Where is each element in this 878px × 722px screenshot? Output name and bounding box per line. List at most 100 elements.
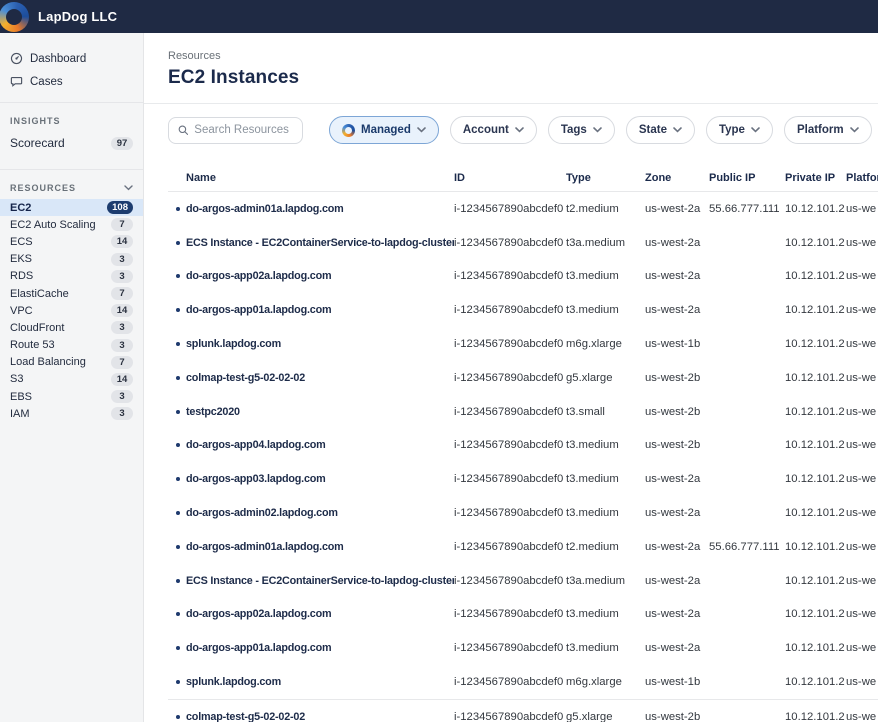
instance-private-ip-cell: 10.12.101.2 bbox=[785, 270, 846, 282]
sidebar-resource-item[interactable]: IAM 3 bbox=[0, 405, 143, 422]
sidebar-item-label: Dashboard bbox=[30, 53, 86, 65]
filter-dropdown-label: Type bbox=[719, 124, 745, 136]
column-header-name[interactable]: Name bbox=[168, 172, 454, 184]
table-row[interactable]: do-argos-admin01a.lapdog.com i-123456789… bbox=[168, 530, 878, 564]
instance-id-cell: i-1234567890abcdef0 bbox=[454, 439, 566, 451]
column-header-public-ip[interactable]: Public IP bbox=[709, 172, 785, 184]
filter-dropdown-button[interactable]: Account bbox=[450, 116, 537, 144]
table-row[interactable]: do-argos-app01a.lapdog.com i-1234567890a… bbox=[168, 631, 878, 665]
table-row[interactable]: ECS Instance - EC2ContainerService-to-la… bbox=[168, 226, 878, 260]
status-dot-icon bbox=[176, 680, 180, 684]
table-row[interactable]: do-argos-admin02.lapdog.com i-1234567890… bbox=[168, 496, 878, 530]
instance-private-ip-cell: 10.12.101.2 bbox=[785, 711, 846, 722]
instance-public-ip-cell: 55.66.777.111 bbox=[709, 203, 785, 215]
sidebar-resource-item[interactable]: RDS 3 bbox=[0, 268, 143, 285]
instance-type-cell: t3a.medium bbox=[566, 575, 645, 587]
managed-filter-button[interactable]: Managed bbox=[329, 116, 439, 144]
instance-zone-cell: us-west-2a bbox=[645, 575, 709, 587]
instance-name-cell: splunk.lapdog.com bbox=[168, 338, 454, 350]
table-row[interactable]: do-argos-admin01a.lapdog.com i-123456789… bbox=[168, 192, 878, 226]
table-row[interactable]: colmap-test-g5-02-02-02 i-1234567890abcd… bbox=[168, 361, 878, 395]
instance-type-cell: m6g.xlarge bbox=[566, 676, 645, 688]
instance-zone-cell: us-west-2a bbox=[645, 642, 709, 654]
instance-public-ip-cell: 55.66.777.111 bbox=[709, 541, 785, 553]
search-box[interactable] bbox=[168, 117, 303, 144]
scorecard-count-badge: 97 bbox=[111, 137, 133, 150]
instance-platform-cell: us-we bbox=[846, 507, 878, 519]
instance-private-ip-cell: 10.12.101.2 bbox=[785, 507, 846, 519]
search-input[interactable] bbox=[194, 124, 293, 136]
chevron-down-icon bbox=[417, 127, 426, 133]
table-row[interactable]: ECS Instance - EC2ContainerService-to-la… bbox=[168, 564, 878, 598]
chevron-down-icon bbox=[593, 127, 602, 133]
table-row[interactable]: do-argos-app01a.lapdog.com i-1234567890a… bbox=[168, 293, 878, 327]
column-header-platform[interactable]: Platform bbox=[846, 172, 878, 184]
instance-type-cell: g5.xlarge bbox=[566, 372, 645, 384]
instance-zone-cell: us-west-2a bbox=[645, 507, 709, 519]
column-header-zone[interactable]: Zone bbox=[645, 172, 709, 184]
instance-private-ip-cell: 10.12.101.2 bbox=[785, 642, 846, 654]
instance-platform-cell: us-we bbox=[846, 439, 878, 451]
instance-zone-cell: us-west-1b bbox=[645, 338, 709, 350]
resource-label: EKS bbox=[10, 253, 32, 265]
instance-id-cell: i-1234567890abcdef0 bbox=[454, 270, 566, 282]
sidebar-resource-item[interactable]: Route 53 3 bbox=[0, 337, 143, 354]
resources-section-header[interactable]: RESOURCES bbox=[0, 179, 143, 199]
instance-platform-cell: us-we bbox=[846, 575, 878, 587]
table-row[interactable]: colmap-test-g5-02-02-02 i-1234567890abcd… bbox=[168, 700, 878, 722]
sidebar-resource-item[interactable]: CloudFront 3 bbox=[0, 319, 143, 336]
filter-dropdown-label: Platform bbox=[797, 124, 844, 136]
sidebar-resource-item[interactable]: Load Balancing 7 bbox=[0, 354, 143, 371]
instance-name-cell: splunk.lapdog.com bbox=[168, 676, 454, 688]
table-body: do-argos-admin01a.lapdog.com i-123456789… bbox=[168, 192, 878, 722]
sidebar: Dashboard Cases INSIGHTS Scorecard 97 RE… bbox=[0, 33, 144, 722]
filter-dropdown-button[interactable]: State bbox=[626, 116, 695, 144]
instance-name-cell: do-argos-app03.lapdog.com bbox=[168, 473, 454, 485]
table-row[interactable]: do-argos-app04.lapdog.com i-1234567890ab… bbox=[168, 429, 878, 463]
chevron-down-icon bbox=[751, 127, 760, 133]
divider bbox=[0, 102, 143, 103]
table-row[interactable]: testpc2020 i-1234567890abcdef0 t3.small … bbox=[168, 395, 878, 429]
sidebar-resource-item[interactable]: S3 14 bbox=[0, 371, 143, 388]
instance-zone-cell: us-west-2b bbox=[645, 372, 709, 384]
instance-type-cell: t3.medium bbox=[566, 642, 645, 654]
instance-zone-cell: us-west-2a bbox=[645, 608, 709, 620]
chevron-down-icon bbox=[673, 127, 682, 133]
table-row[interactable]: do-argos-app02a.lapdog.com i-1234567890a… bbox=[168, 598, 878, 632]
instance-name-cell: ECS Instance - EC2ContainerService-to-la… bbox=[168, 237, 454, 249]
sidebar-resource-item[interactable]: EC2 108 bbox=[0, 199, 143, 216]
table-row[interactable]: do-argos-app03.lapdog.com i-1234567890ab… bbox=[168, 462, 878, 496]
status-dot-icon bbox=[176, 308, 180, 312]
instance-platform-cell: us-we bbox=[846, 711, 878, 722]
sidebar-item-dashboard[interactable]: Dashboard bbox=[0, 47, 143, 70]
column-header-type[interactable]: Type bbox=[566, 172, 645, 184]
filter-dropdown-button[interactable]: Type bbox=[706, 116, 773, 144]
sidebar-resource-item[interactable]: VPC 14 bbox=[0, 302, 143, 319]
resource-label: EBS bbox=[10, 391, 32, 403]
sidebar-resource-item[interactable]: EC2 Auto Scaling 7 bbox=[0, 216, 143, 233]
filter-dropdown-button[interactable]: Tags bbox=[548, 116, 615, 144]
table-row[interactable]: splunk.lapdog.com i-1234567890abcdef0 m6… bbox=[168, 327, 878, 361]
sidebar-resource-item[interactable]: EBS 3 bbox=[0, 388, 143, 405]
instance-private-ip-cell: 10.12.101.2 bbox=[785, 575, 846, 587]
column-header-id[interactable]: ID bbox=[454, 172, 566, 184]
sidebar-resource-item[interactable]: ElastiCache 7 bbox=[0, 285, 143, 302]
column-header-private-ip[interactable]: Private IP bbox=[785, 172, 846, 184]
instance-name-cell: colmap-test-g5-02-02-02 bbox=[168, 372, 454, 384]
table-row[interactable]: splunk.lapdog.com i-1234567890abcdef0 m6… bbox=[168, 665, 878, 699]
breadcrumb[interactable]: Resources bbox=[168, 50, 878, 62]
instance-type-cell: t3.small bbox=[566, 406, 645, 418]
resource-count-badge: 14 bbox=[111, 304, 133, 317]
instance-zone-cell: us-west-2b bbox=[645, 406, 709, 418]
instance-name-cell: ECS Instance - EC2ContainerService-to-la… bbox=[168, 575, 454, 587]
instance-private-ip-cell: 10.12.101.2 bbox=[785, 473, 846, 485]
instance-name-cell: do-argos-admin02.lapdog.com bbox=[168, 507, 454, 519]
sidebar-resource-item[interactable]: ECS 14 bbox=[0, 233, 143, 250]
filter-dropdown-button[interactable]: Platform bbox=[784, 116, 872, 144]
sidebar-resource-item[interactable]: EKS 3 bbox=[0, 251, 143, 268]
sidebar-item-scorecard[interactable]: Scorecard 97 bbox=[0, 132, 143, 160]
sidebar-item-cases[interactable]: Cases bbox=[0, 70, 143, 93]
table-row[interactable]: do-argos-app02a.lapdog.com i-1234567890a… bbox=[168, 260, 878, 294]
instance-id-cell: i-1234567890abcdef0 bbox=[454, 372, 566, 384]
instance-platform-cell: us-we bbox=[846, 473, 878, 485]
